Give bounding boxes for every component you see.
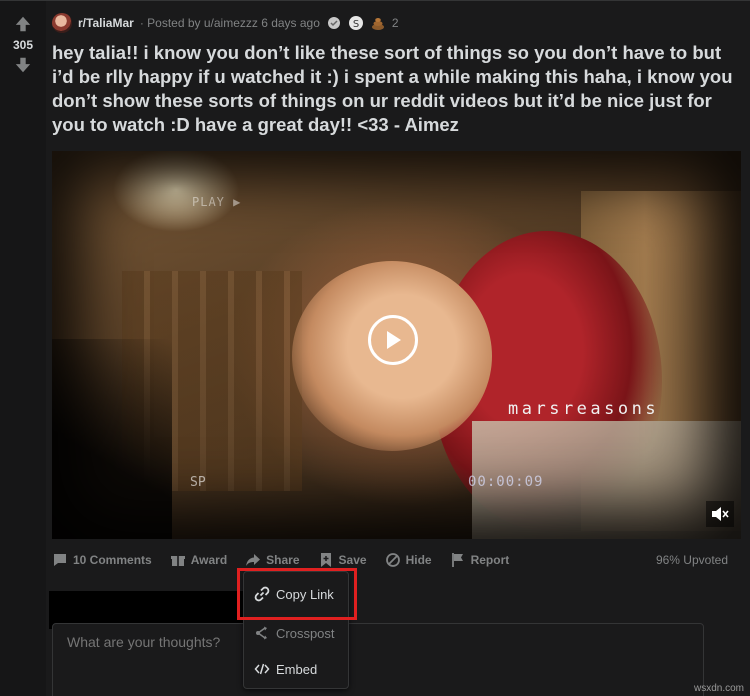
play-button[interactable] xyxy=(368,315,418,365)
bookmark-plus-icon xyxy=(320,553,331,567)
award-poop-icon xyxy=(371,18,384,30)
link-icon xyxy=(254,586,270,602)
award-coin-icon: S xyxy=(348,16,363,30)
comment-editor[interactable] xyxy=(52,623,704,696)
upvote-button[interactable] xyxy=(0,15,46,38)
comments-button[interactable]: 10 Comments xyxy=(52,552,152,568)
share-dropdown-menu: Copy Link Crosspost Embed xyxy=(243,571,349,689)
play-icon xyxy=(387,331,401,349)
report-button[interactable]: Report xyxy=(450,552,510,568)
svg-text:S: S xyxy=(353,19,359,30)
post-meta: r/TaliaMar · Posted by u/aimezzz 6 days … xyxy=(52,13,399,33)
video-watermark: marsreasons xyxy=(508,399,660,419)
volume-muted-icon xyxy=(712,507,729,521)
save-button[interactable]: Save xyxy=(318,552,367,568)
report-label: Report xyxy=(470,553,510,567)
comment-icon xyxy=(54,554,66,566)
posted-by-text: · Posted by u/aimezzz 6 days ago xyxy=(139,16,320,30)
save-label: Save xyxy=(338,553,367,567)
share-arrow-icon xyxy=(246,554,261,566)
upvote-arrow-icon xyxy=(15,16,31,32)
hide-label: Hide xyxy=(405,553,432,567)
award-silver-icon xyxy=(327,17,340,29)
downvote-arrow-icon xyxy=(15,57,31,73)
award-label: Award xyxy=(190,553,228,567)
comment-input[interactable] xyxy=(67,634,227,650)
copy-link-menu-item[interactable]: Copy Link xyxy=(244,579,348,609)
crosspost-menu-item[interactable]: Crosspost xyxy=(244,618,348,648)
downvote-button[interactable] xyxy=(0,56,46,79)
subreddit-avatar[interactable] xyxy=(52,13,72,33)
embed-code-icon xyxy=(254,663,270,675)
post-action-bar: 10 Comments Award Share Save Hide Report… xyxy=(52,549,742,571)
flag-icon xyxy=(451,553,463,567)
copy-link-label: Copy Link xyxy=(276,586,334,602)
vhs-timecode: 00:00:09 xyxy=(468,474,544,490)
share-button[interactable]: Share xyxy=(245,552,300,568)
embed-label: Embed xyxy=(276,661,318,677)
award-count: 2 xyxy=(391,16,399,30)
volume-button[interactable] xyxy=(706,501,734,527)
vhs-play-overlay: PLAY ▶ xyxy=(192,195,242,209)
gift-icon xyxy=(170,556,185,566)
vhs-sp-label: SP xyxy=(190,475,206,490)
crosspost-icon xyxy=(256,626,267,640)
post-title[interactable]: hey talia!! i know you don’t like these … xyxy=(52,41,742,137)
crosspost-label: Crosspost xyxy=(276,625,335,641)
post-container: 305 r/TaliaMar · Posted by u/aimezzz 6 d… xyxy=(0,0,750,696)
vote-score: 305 xyxy=(12,38,34,52)
embed-menu-item[interactable]: Embed xyxy=(244,654,348,684)
hide-button[interactable]: Hide xyxy=(385,552,432,568)
video-player[interactable]: PLAY ▶ marsreasons SP 00:00:09 xyxy=(52,151,741,539)
hide-circle-icon xyxy=(385,553,400,567)
site-watermark: wsxdn.com xyxy=(693,683,744,694)
comments-label: 10 Comments xyxy=(73,553,152,567)
subreddit-link[interactable]: r/TaliaMar xyxy=(78,16,134,30)
vote-rail: 305 xyxy=(0,1,46,696)
share-label: Share xyxy=(266,553,300,567)
upvote-ratio: 96% Upvoted xyxy=(655,553,728,567)
award-button[interactable]: Award xyxy=(170,552,227,568)
